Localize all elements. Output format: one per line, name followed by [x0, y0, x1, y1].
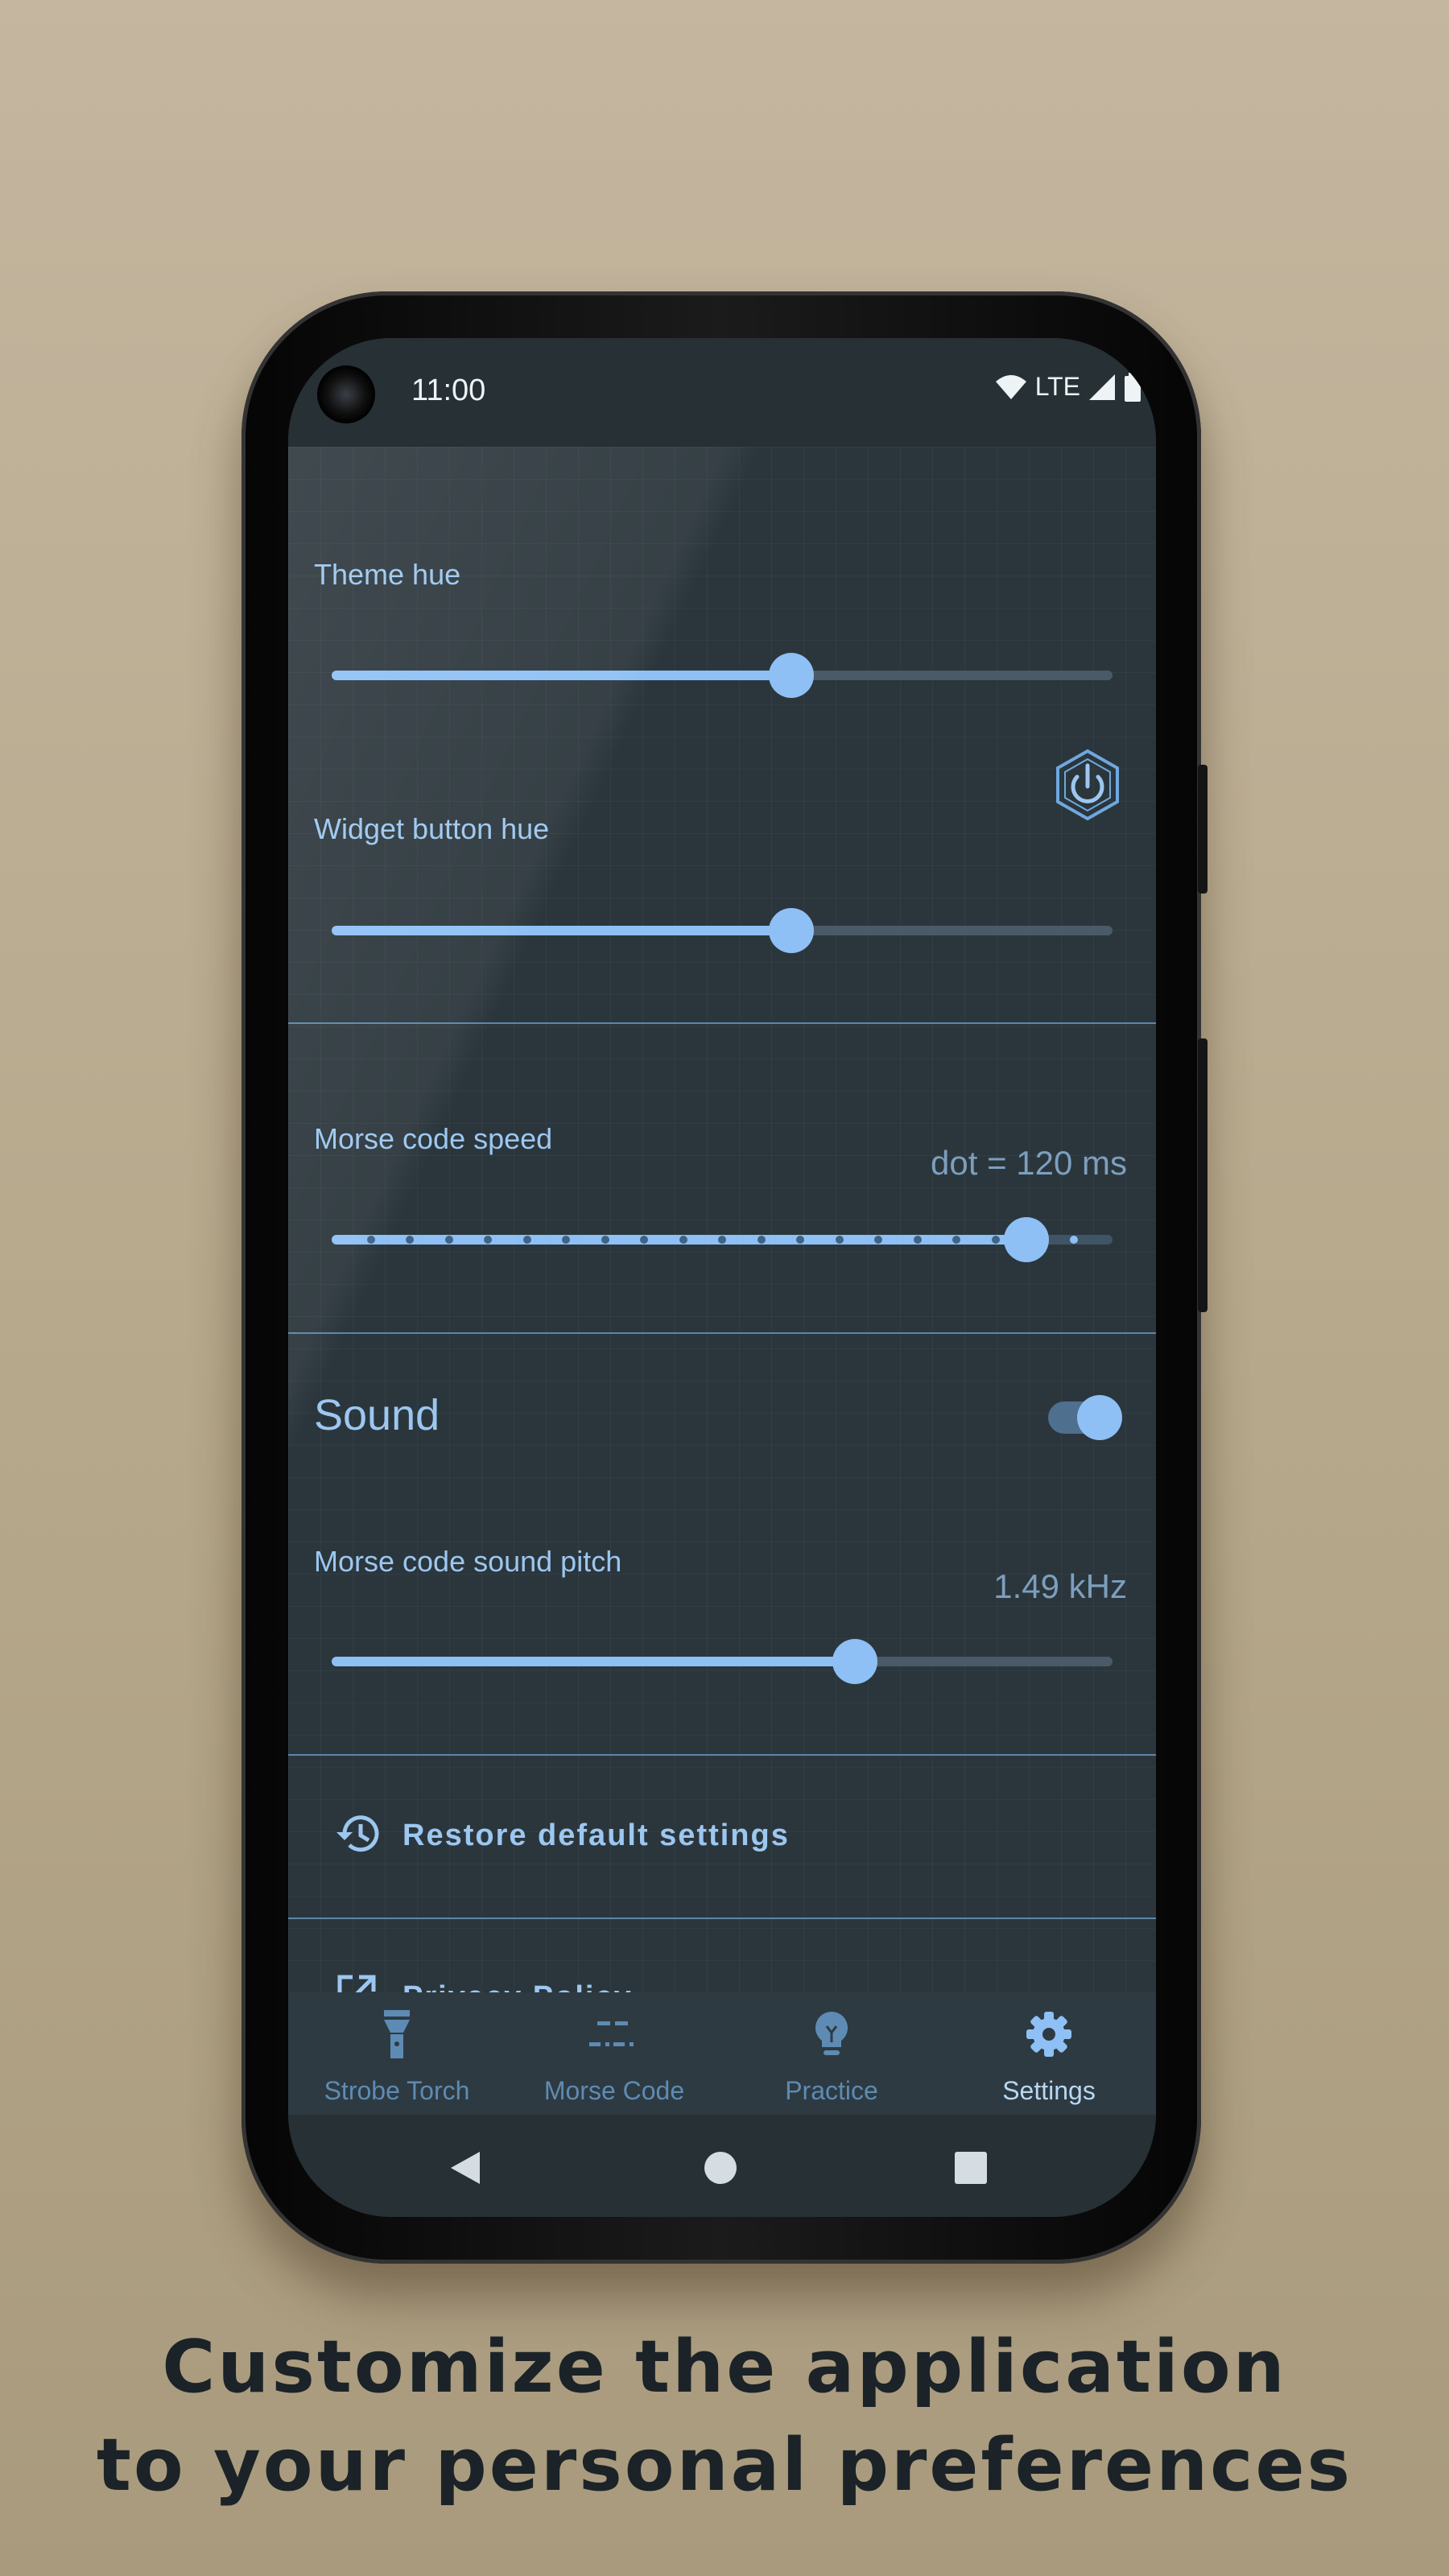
- cell-signal-icon: [1089, 374, 1115, 400]
- battery-icon: [1125, 372, 1141, 402]
- lightbulb-icon: [815, 2012, 848, 2055]
- morse-speed-label: Morse code speed: [314, 1122, 553, 1155]
- recents-icon[interactable]: [955, 2152, 987, 2184]
- section-divider: [288, 1918, 1156, 1919]
- bottom-navigation: Strobe Torch Morse Code Practice Setting…: [288, 1992, 1156, 2115]
- network-type: LTE: [1034, 372, 1080, 401]
- nav-label: Settings: [1002, 2076, 1096, 2105]
- slider-tick: [874, 1236, 882, 1244]
- theme-hue-label: Theme hue: [314, 558, 461, 591]
- slider-tick: [1069, 1236, 1078, 1244]
- slider-tick: [640, 1236, 648, 1244]
- slider-tick: [796, 1236, 804, 1244]
- caption-line-1: Customize the application: [162, 2325, 1287, 2409]
- sound-title: Sound: [314, 1391, 440, 1439]
- nav-practice[interactable]: Practice: [723, 1992, 940, 2115]
- morse-speed-value: dot = 120 ms: [931, 1144, 1127, 1182]
- toggle-thumb[interactable]: [1077, 1395, 1122, 1440]
- volume-side-button: [1198, 1038, 1208, 1312]
- restore-defaults-button[interactable]: Restore default settings: [288, 1796, 1156, 1876]
- back-icon[interactable]: [448, 2150, 483, 2186]
- widget-button-hue-label: Widget button hue: [314, 812, 550, 845]
- promo-caption: Customize the application to your person…: [0, 2318, 1449, 2515]
- slider-thumb[interactable]: [769, 908, 814, 953]
- slider-tick: [366, 1236, 375, 1244]
- slider-tick: [718, 1236, 726, 1244]
- gear-icon: [1026, 2012, 1071, 2057]
- status-time: 11:00: [411, 374, 486, 407]
- slider-fill: [332, 671, 791, 680]
- external-link-icon: [337, 1975, 376, 1992]
- restore-defaults-label: Restore default settings: [402, 1818, 790, 1852]
- power-side-button: [1198, 765, 1208, 894]
- system-navigation-bar: [288, 2115, 1156, 2217]
- section-divider: [288, 1332, 1156, 1334]
- phone-screen: 11:00 LTE Theme hue Widget button hue Mo…: [288, 338, 1156, 2217]
- slider-tick: [484, 1236, 492, 1244]
- slider-tick: [835, 1236, 844, 1244]
- privacy-policy-label: Privacy Policy: [402, 1980, 633, 1992]
- wifi-icon: [995, 374, 1026, 399]
- slider-tick: [952, 1236, 960, 1244]
- section-divider: [288, 1022, 1156, 1024]
- slider-thumb[interactable]: [832, 1639, 877, 1684]
- slider-tick: [757, 1236, 766, 1244]
- section-divider: [288, 1754, 1156, 1756]
- slider-tick: [913, 1236, 922, 1244]
- slider-thumb[interactable]: [1004, 1217, 1050, 1262]
- flashlight-icon: [384, 2010, 410, 2058]
- nav-label: Morse Code: [543, 2076, 685, 2105]
- nav-strobe-torch[interactable]: Strobe Torch: [288, 1992, 506, 2115]
- status-bar: 11:00 LTE: [288, 338, 1156, 447]
- slider-fill: [332, 1657, 855, 1666]
- slider-tick: [991, 1236, 1000, 1244]
- nav-label: Practice: [785, 2076, 878, 2105]
- power-button-icon: [1056, 749, 1119, 821]
- home-icon[interactable]: [703, 2150, 738, 2186]
- sound-pitch-label: Morse code sound pitch: [314, 1545, 622, 1578]
- slider-tick: [522, 1236, 531, 1244]
- slider-tick: [679, 1236, 687, 1244]
- slider-tick: [562, 1236, 570, 1244]
- privacy-policy-link[interactable]: Privacy Policy: [288, 1956, 1156, 1992]
- sound-pitch-value: 1.49 kHz: [993, 1567, 1127, 1605]
- slider-fill: [332, 926, 791, 935]
- morse-icon: [589, 2021, 634, 2046]
- slider-tick: [406, 1236, 414, 1244]
- slider-thumb[interactable]: [769, 653, 814, 698]
- status-icons: LTE: [995, 372, 1141, 402]
- settings-list[interactable]: Theme hue Widget button hue Morse code s…: [288, 447, 1156, 1992]
- nav-settings[interactable]: Settings: [940, 1992, 1156, 2115]
- slider-tick: [444, 1236, 453, 1244]
- nav-morse-code[interactable]: Morse Code: [506, 1992, 723, 2115]
- caption-line-2: to your personal preferences: [96, 2423, 1353, 2508]
- front-camera: [317, 365, 375, 423]
- nav-label: Strobe Torch: [324, 2076, 470, 2105]
- slider-tick: [601, 1236, 609, 1244]
- history-icon: [336, 1815, 379, 1852]
